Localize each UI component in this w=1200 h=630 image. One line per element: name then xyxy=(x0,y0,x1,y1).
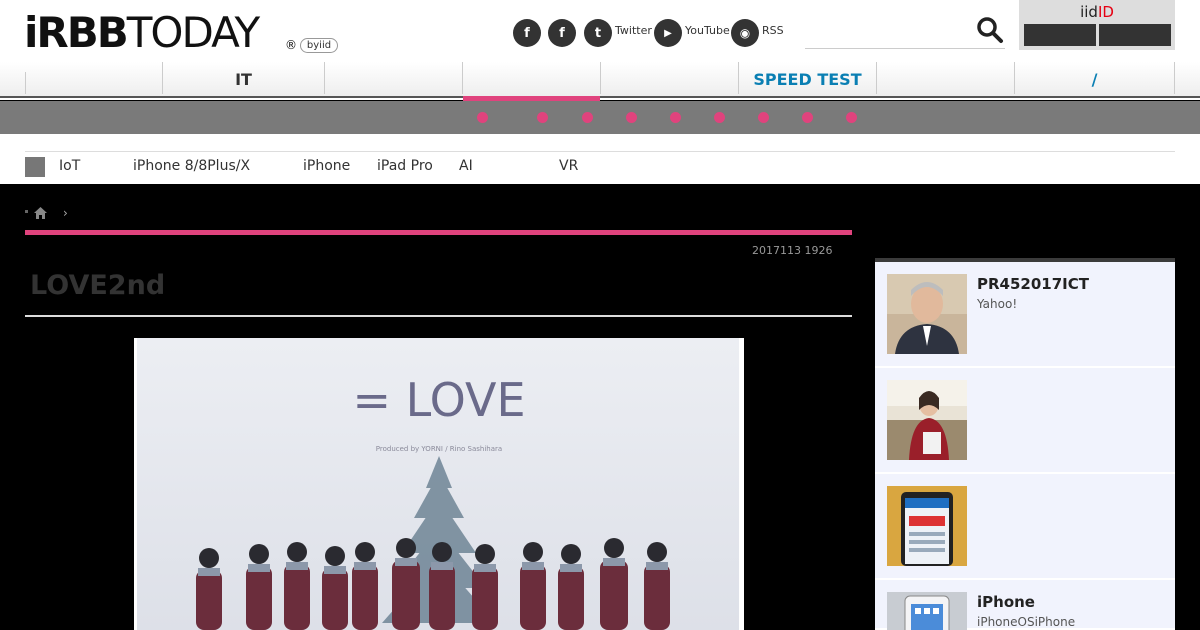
article-date: 2017113 1926 xyxy=(752,244,833,257)
iid-logo: iidID xyxy=(1019,3,1175,21)
nav-item-4[interactable] xyxy=(463,62,601,94)
home-icon[interactable] xyxy=(33,206,48,220)
social-rss[interactable]: ◉ RSS xyxy=(731,19,784,47)
breadcrumb-separator: › xyxy=(63,206,68,220)
youtube-icon: ▶ xyxy=(654,19,682,47)
facebook-icon: f xyxy=(548,19,576,47)
sidebar-thumbnail[interactable] xyxy=(887,380,967,460)
rss-label: RSS xyxy=(762,23,784,37)
sub-nav-dot[interactable] xyxy=(477,112,488,123)
rss-icon: ◉ xyxy=(731,19,759,47)
search-icon[interactable] xyxy=(976,16,1004,44)
topic-link[interactable]: IoT xyxy=(59,158,80,174)
sidebar-thumbnail[interactable] xyxy=(887,486,967,566)
headline-divider xyxy=(25,315,852,317)
registered-mark: ® xyxy=(285,38,297,52)
sidebar-card-subtitle: iPhoneOSiPhone xyxy=(977,615,1076,629)
hero-logo-text: = LOVE xyxy=(352,373,525,427)
nav-item-5[interactable] xyxy=(601,62,739,94)
sub-nav-dot[interactable] xyxy=(626,112,637,123)
article-hero-image[interactable]: = LOVE Produced by YORNI / Rino Sashihar… xyxy=(134,338,744,630)
iid-login-button[interactable] xyxy=(1024,24,1096,46)
topics-divider xyxy=(25,151,1175,152)
nav-item-8[interactable]: / xyxy=(1015,62,1175,94)
nav-item-7[interactable] xyxy=(877,62,1015,94)
topic-link[interactable]: iPhone 8/8Plus/X xyxy=(133,158,250,174)
topics-marker-icon xyxy=(25,157,45,177)
search-input[interactable] xyxy=(805,48,1005,49)
twitter-icon: t xyxy=(584,19,612,47)
sub-nav-dot[interactable] xyxy=(714,112,725,123)
office-photo xyxy=(887,380,967,460)
sidebar-card-subtitle: Yahoo! xyxy=(977,297,1018,311)
logo-right: TODAY xyxy=(126,8,260,57)
sidebar-thumbnail[interactable] xyxy=(887,274,967,354)
facebook-icon: f xyxy=(513,19,541,47)
sub-nav-dot[interactable] xyxy=(670,112,681,123)
phone-app-photo xyxy=(887,486,967,566)
hero-photo: = LOVE Produced by YORNI / Rino Sashihar… xyxy=(137,338,739,630)
article-accent-line xyxy=(25,230,852,235)
site-logo[interactable]: iRBBTODAY xyxy=(24,12,260,54)
social-facebook-1[interactable]: f xyxy=(513,19,541,47)
twitter-label: Twitter xyxy=(615,23,652,37)
social-twitter[interactable]: t Twitter xyxy=(584,19,652,47)
portrait-photo xyxy=(887,274,967,354)
sub-nav-dot[interactable] xyxy=(582,112,593,123)
topic-link[interactable]: iPhone xyxy=(303,158,350,174)
topic-link[interactable]: iPad Pro xyxy=(377,158,433,174)
sidebar-thumbnail[interactable] xyxy=(887,592,967,630)
sub-nav-dot[interactable] xyxy=(758,112,769,123)
sub-nav-dot[interactable] xyxy=(802,112,813,123)
byiid-badge[interactable]: byiid xyxy=(300,38,338,53)
sub-nav-dot[interactable] xyxy=(537,112,548,123)
social-youtube[interactable]: ▶ YouTube xyxy=(654,19,730,47)
nav-item-3[interactable] xyxy=(325,62,463,94)
sidebar-card-title[interactable]: iPhone xyxy=(977,593,1035,611)
social-facebook-2[interactable]: f xyxy=(548,19,576,47)
youtube-label: YouTube xyxy=(685,23,730,37)
sub-nav-dot[interactable] xyxy=(846,112,857,123)
nav-item-it[interactable]: IT xyxy=(163,62,325,94)
topic-link[interactable]: VR xyxy=(559,158,578,174)
iid-suffix: ID xyxy=(1097,3,1114,21)
nav-item-1[interactable] xyxy=(25,62,163,94)
hero-credit: Produced by YORNI / Rino Sashihara xyxy=(376,445,502,453)
topic-link[interactable]: AI xyxy=(459,158,473,174)
iid-register-button[interactable] xyxy=(1099,24,1171,46)
breadcrumb-bullet xyxy=(25,210,28,213)
article-headline: LOVE2nd xyxy=(30,270,166,301)
sub-nav-bar xyxy=(0,101,1200,134)
iphone-photo xyxy=(887,592,967,630)
iid-prefix: iid xyxy=(1080,3,1098,21)
sidebar-card-title[interactable]: PR452017ICT xyxy=(977,275,1089,293)
nav-item-speed-test[interactable]: SPEED TEST xyxy=(739,62,877,94)
logo-left: iRBB xyxy=(24,8,129,57)
